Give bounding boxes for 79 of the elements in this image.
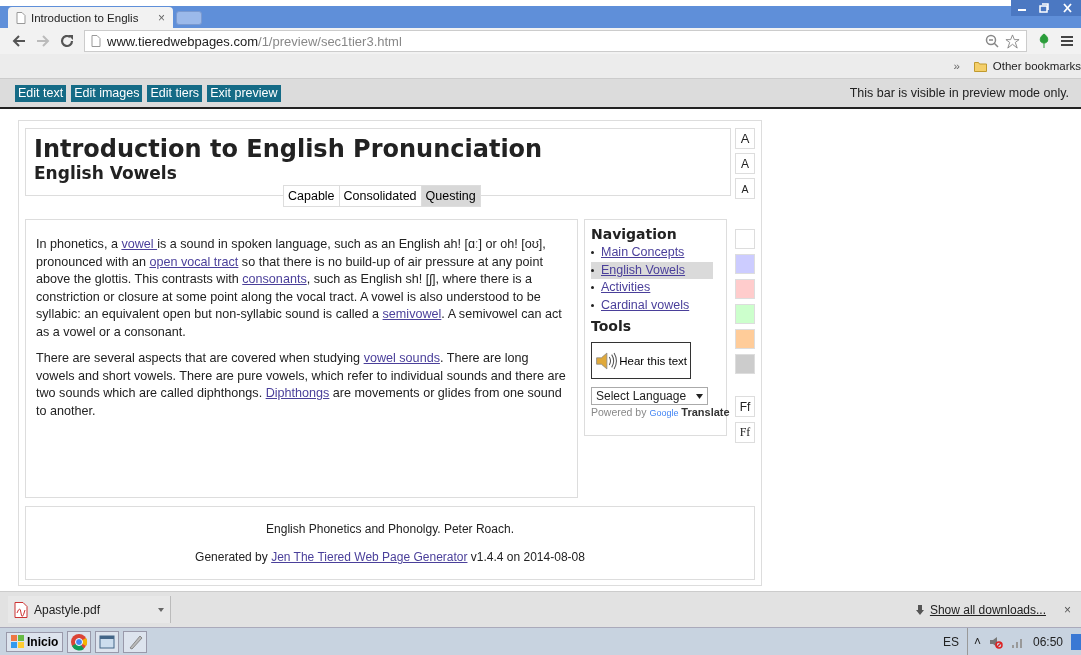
- navigation-heading: Navigation: [591, 225, 678, 244]
- color-swatch[interactable]: [735, 254, 755, 274]
- reload-icon[interactable]: [60, 34, 74, 48]
- bullet-icon: [591, 251, 594, 255]
- text-link[interactable]: vowel: [121, 237, 158, 251]
- tray-arrow[interactable]: ˄: [973, 634, 981, 649]
- leaf-icon[interactable]: [1037, 33, 1051, 49]
- font-button[interactable]: Ff: [735, 422, 755, 443]
- preview-button[interactable]: Edit tiers: [147, 84, 203, 102]
- pdf-icon: [14, 601, 28, 618]
- translate-label: Translate: [681, 406, 730, 418]
- back-icon[interactable]: [12, 34, 26, 48]
- address-field[interactable]: www.tieredwebpages.com/1/preview/sec1tier3.html: [84, 30, 1027, 52]
- language-select[interactable]: Select Language: [591, 387, 708, 405]
- powered-by-text: Powered by: [591, 406, 647, 418]
- download-filename: Apastyle.pdf: [34, 602, 101, 617]
- text-size-button[interactable]: A: [735, 153, 755, 174]
- tier-tab[interactable]: Capable: [283, 185, 340, 207]
- color-swatch[interactable]: [735, 279, 755, 299]
- generator-link[interactable]: Jen The Tiered Web Page Generator: [271, 549, 468, 564]
- preview-button[interactable]: Exit preview: [207, 84, 281, 102]
- color-swatch[interactable]: [735, 229, 755, 249]
- nav-link[interactable]: Main Concepts: [601, 244, 685, 262]
- text-link[interactable]: consonants: [242, 272, 307, 286]
- generated-text: Generated by Jen The Tiered Web Page Generator v1.4.4 on 2014-08-08: [195, 549, 585, 564]
- caret-icon[interactable]: [158, 607, 164, 612]
- windows-logo-icon: [11, 634, 25, 649]
- page-subtitle: English Vowels: [34, 163, 178, 183]
- brush-icon[interactable]: [123, 630, 148, 653]
- text-size-button[interactable]: A: [735, 128, 755, 149]
- volume-muted-icon[interactable]: [988, 634, 1003, 649]
- star-icon[interactable]: [1005, 33, 1020, 49]
- bookmarks-more-button[interactable]: »: [953, 60, 960, 72]
- color-swatch[interactable]: [735, 354, 755, 374]
- menu-icon[interactable]: [1061, 35, 1073, 47]
- close-tab-button[interactable]: ×: [158, 10, 165, 25]
- reference-text: English Phonetics and Phonolgy. Peter Roach.: [266, 521, 514, 536]
- dropdown-icon: [696, 393, 703, 399]
- bullet-icon: [591, 286, 594, 290]
- chrome-icon[interactable]: [67, 630, 92, 653]
- tools-heading: Tools: [591, 317, 633, 336]
- browser-tab[interactable]: Introduction to Englis ×: [8, 7, 173, 28]
- start-button[interactable]: Inicio: [6, 631, 64, 652]
- page-icon: [91, 35, 101, 47]
- bookmark-folder[interactable]: Other bookmarks: [992, 60, 1081, 72]
- tab-title: Introduction to Englis: [31, 11, 139, 24]
- text-link[interactable]: open vocal tract: [149, 254, 239, 269]
- zoom-icon[interactable]: [985, 34, 999, 48]
- preview-button[interactable]: Edit text: [15, 84, 67, 102]
- download-icon: [915, 604, 924, 615]
- bullet-icon: [591, 268, 594, 272]
- google-logo: Google: [649, 408, 679, 418]
- tier-tab[interactable]: Consolidated: [338, 185, 422, 207]
- window-icon[interactable]: [95, 630, 120, 653]
- hear-text-button[interactable]: Hear this text: [591, 342, 691, 379]
- color-swatch[interactable]: [735, 304, 755, 324]
- forward-icon[interactable]: [36, 34, 50, 48]
- color-swatch[interactable]: [735, 329, 755, 349]
- clock: 06:50: [1032, 634, 1063, 649]
- nav-link[interactable]: Activities: [601, 279, 651, 297]
- folder-icon: [973, 60, 987, 72]
- paragraph: In phonetics, a vowel is a sound in spoken language, such as an English ah! [ɑː] or oh! [oʊ], pronounced with an open vocal tract so that there is no build-up of air pressure at any point above the glottis. This contrasts with consonants, such as English sh! [ʃ], where there is a constriction or closure at some point along the vocal tract. A vowel is also understood to be syllabic: an equivalent open but non-syllabic sound is called a semivowel. A semivowel can act as a vowel or a consonant.: [36, 236, 563, 341]
- page-title: Introduction to English Pronunciation: [34, 135, 544, 163]
- bullet-icon: [591, 303, 594, 307]
- paragraph: There are several aspects that are covered when studying vowel sounds. There are long vowels and short vowels. There are pure vowels, which refer to individual sounds and there are two sounds which are called diphthongs. Diphthongs are movements or glides from one sound to another.: [36, 350, 567, 420]
- show-desktop-button[interactable]: [1071, 633, 1081, 650]
- page-icon: [16, 11, 26, 24]
- nav-link[interactable]: Cardinal vowels: [601, 296, 690, 314]
- preview-note: This bar is visible in preview mode only.: [849, 86, 1069, 100]
- text-size-button[interactable]: A: [735, 178, 755, 199]
- text-link[interactable]: vowel sounds: [363, 351, 440, 365]
- font-button[interactable]: Ff: [735, 396, 755, 417]
- close-downloads-button[interactable]: ×: [1064, 602, 1071, 617]
- show-all-downloads-link[interactable]: Show all downloads...: [929, 602, 1046, 617]
- language-indicator[interactable]: ES: [942, 634, 959, 649]
- text-link[interactable]: Diphthongs: [265, 386, 330, 400]
- download-item[interactable]: Apastyle.pdf: [8, 596, 171, 623]
- tier-tab[interactable]: Questing: [420, 185, 481, 207]
- preview-button[interactable]: Edit images: [71, 84, 143, 102]
